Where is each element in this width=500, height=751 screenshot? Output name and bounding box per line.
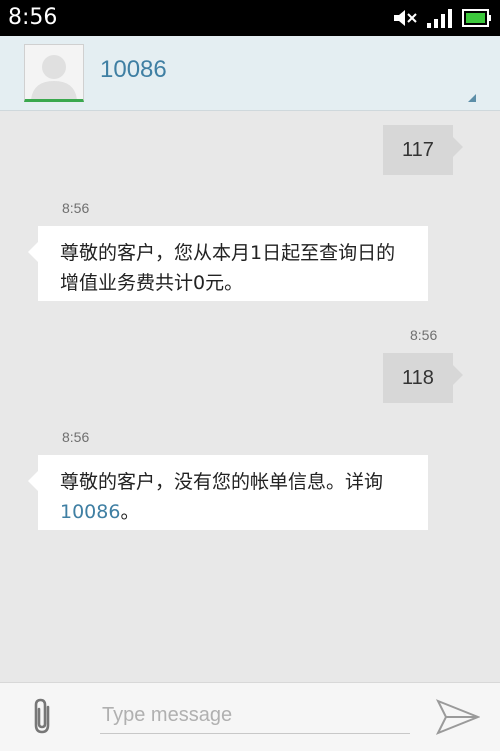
message-text: 尊敬的客户，没有您的帐单信息。详询 xyxy=(60,471,384,493)
phone-number-link[interactable]: 10086 xyxy=(60,501,120,523)
status-icons xyxy=(392,6,492,30)
message-list[interactable]: 117 8:56 尊敬的客户，您从本月1日起至查询日的增值业务费共计0元。 8:… xyxy=(0,110,500,682)
received-message[interactable]: 尊敬的客户，没有您的帐单信息。详询 10086。 xyxy=(28,455,428,530)
corner-indicator-icon xyxy=(468,94,476,102)
message-input[interactable] xyxy=(100,697,410,734)
message-timestamp: 8:56 xyxy=(410,327,438,343)
message-text-end: 。 xyxy=(120,501,140,523)
status-bar: 8:56 xyxy=(0,0,500,36)
battery-icon xyxy=(462,9,491,27)
attachment-icon[interactable] xyxy=(28,697,60,737)
message-text: 118 xyxy=(402,367,434,389)
composer-bar xyxy=(0,682,500,751)
sent-message[interactable]: 118 xyxy=(383,353,463,403)
default-person-icon xyxy=(31,55,77,99)
message-text: 117 xyxy=(402,139,434,161)
message-text: 尊敬的客户，您从本月1日起至查询日的增值业务费共计0元。 xyxy=(60,242,396,294)
signal-icon xyxy=(427,9,452,28)
send-icon[interactable] xyxy=(436,699,480,735)
received-message[interactable]: 尊敬的客户，您从本月1日起至查询日的增值业务费共计0元。 xyxy=(28,226,428,301)
volume-muted-icon xyxy=(394,10,417,26)
message-timestamp: 8:56 xyxy=(62,200,90,216)
contact-name[interactable]: 10086 xyxy=(100,56,167,84)
contact-avatar[interactable] xyxy=(24,44,84,102)
sent-message[interactable]: 117 xyxy=(383,125,463,175)
status-time: 8:56 xyxy=(8,5,58,30)
conversation-header: 10086 xyxy=(0,36,500,111)
message-timestamp: 8:56 xyxy=(62,429,90,445)
